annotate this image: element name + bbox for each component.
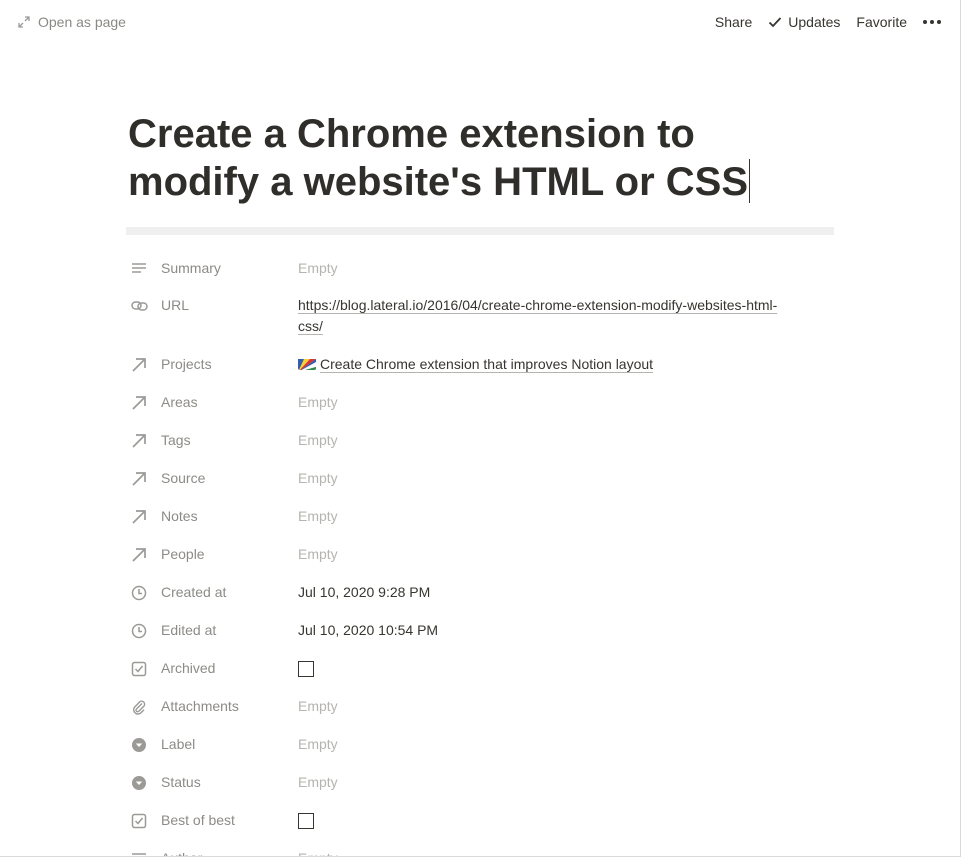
share-button[interactable]: Share (715, 14, 752, 30)
property-label: Summary (161, 260, 221, 276)
property-label: Status (161, 774, 201, 790)
paperclip-icon (131, 698, 153, 716)
relation-arrow-icon (131, 394, 153, 412)
text-lines-icon (131, 850, 153, 857)
share-label: Share (714, 14, 753, 30)
property-label: Tags (161, 432, 191, 448)
archived-checkbox[interactable] (298, 661, 314, 677)
top-actions: Share Updates Favorite (699, 12, 942, 32)
updates-label: Updates (788, 14, 841, 30)
property-value-edited-at: Jul 10, 2020 10:54 PM (298, 622, 439, 638)
open-as-page-label: Open as page (38, 14, 126, 30)
property-name-best-of-best[interactable]: Best of best (128, 810, 288, 831)
property-name-areas[interactable]: Areas (128, 392, 288, 413)
property-label: Source (161, 470, 206, 486)
page-title-text: Create a Chrome extension to modify a we… (128, 112, 748, 204)
property-value-best-of-best (298, 810, 818, 835)
page-peek-frame: Open as page Share Updates Favorite Crea… (0, 0, 961, 857)
property-name-projects[interactable]: Projects (128, 354, 288, 375)
property-label: Attachments (161, 698, 239, 714)
property-value-url[interactable]: https://blog.lateral.io/2016/04/create-c… (298, 295, 818, 337)
page-title[interactable]: Create a Chrome extension to modify a we… (128, 110, 808, 206)
relation-arrow-icon (131, 432, 153, 450)
property-label: Best of best (161, 812, 235, 828)
property-value-source[interactable]: Empty (298, 468, 818, 489)
project-link[interactable]: Create Chrome extension that improves No… (320, 356, 653, 372)
property-name-tags[interactable]: Tags (128, 430, 288, 451)
clock-icon (131, 622, 153, 640)
relation-arrow-icon (131, 356, 153, 374)
property-label: Edited at (161, 622, 217, 638)
relation-arrow-icon (131, 508, 153, 526)
more-options-icon[interactable] (921, 20, 942, 24)
checkbox-icon (131, 812, 153, 830)
best-of-best-checkbox[interactable] (298, 813, 314, 829)
property-name-status[interactable]: Status (128, 772, 288, 793)
property-name-author[interactable]: Author (128, 848, 288, 857)
property-value-label[interactable]: Empty (298, 734, 818, 755)
property-value-notes[interactable]: Empty (298, 506, 818, 527)
text-lines-icon (131, 260, 153, 278)
property-label: Notes (161, 508, 198, 524)
property-name-url[interactable]: URL (128, 295, 288, 316)
checkmark-icon (769, 17, 782, 28)
property-value-status[interactable]: Empty (298, 772, 818, 793)
updates-button[interactable]: Updates (768, 14, 840, 30)
property-name-people[interactable]: People (128, 544, 288, 565)
property-value-attachments[interactable]: Empty (298, 696, 818, 717)
url-link-continued[interactable]: css/ (298, 318, 323, 334)
property-value-projects[interactable]: Create Chrome extension that improves No… (298, 354, 818, 375)
link-icon (131, 297, 153, 315)
property-value-tags[interactable]: Empty (298, 430, 818, 451)
topbar: Open as page Share Updates Favorite (0, 0, 960, 44)
property-label: Projects (161, 356, 212, 372)
select-icon (131, 774, 153, 792)
property-label: Author (161, 848, 202, 856)
property-name-summary[interactable]: Summary (128, 258, 288, 279)
property-name-created-at[interactable]: Created at (128, 582, 288, 603)
property-label: People (161, 546, 205, 562)
clock-icon (131, 584, 153, 602)
property-name-edited-at[interactable]: Edited at (128, 620, 288, 641)
relation-arrow-icon (131, 470, 153, 488)
property-label: Label (161, 736, 196, 752)
property-label: Areas (161, 394, 198, 410)
property-name-archived[interactable]: Archived (128, 658, 288, 679)
select-icon (131, 736, 153, 754)
property-value-people[interactable]: Empty (298, 544, 818, 565)
property-label: Created at (161, 584, 227, 600)
favorite-label: Favorite (856, 14, 907, 30)
property-value-created-at: Jul 10, 2020 9:28 PM (298, 584, 431, 600)
relation-arrow-icon (131, 546, 153, 564)
property-name-source[interactable]: Source (128, 468, 288, 489)
checkbox-icon (131, 660, 153, 678)
flag-icon (298, 357, 316, 370)
properties-divider (126, 227, 834, 235)
property-label: Archived (161, 660, 216, 676)
property-value-summary[interactable]: Empty (298, 258, 818, 279)
property-name-label[interactable]: Label (128, 734, 288, 755)
favorite-button[interactable]: Favorite (856, 14, 907, 30)
text-caret (749, 159, 750, 203)
property-name-notes[interactable]: Notes (128, 506, 288, 527)
url-link[interactable]: https://blog.lateral.io/2016/04/create-c… (298, 297, 777, 313)
open-as-page-button[interactable]: Open as page (18, 12, 126, 32)
expand-icon (18, 16, 30, 28)
property-value-areas[interactable]: Empty (298, 392, 818, 413)
property-label: URL (161, 297, 190, 313)
property-value-author[interactable]: Empty (298, 848, 818, 856)
property-value-archived (298, 658, 818, 683)
property-name-attachments[interactable]: Attachments (128, 696, 288, 717)
